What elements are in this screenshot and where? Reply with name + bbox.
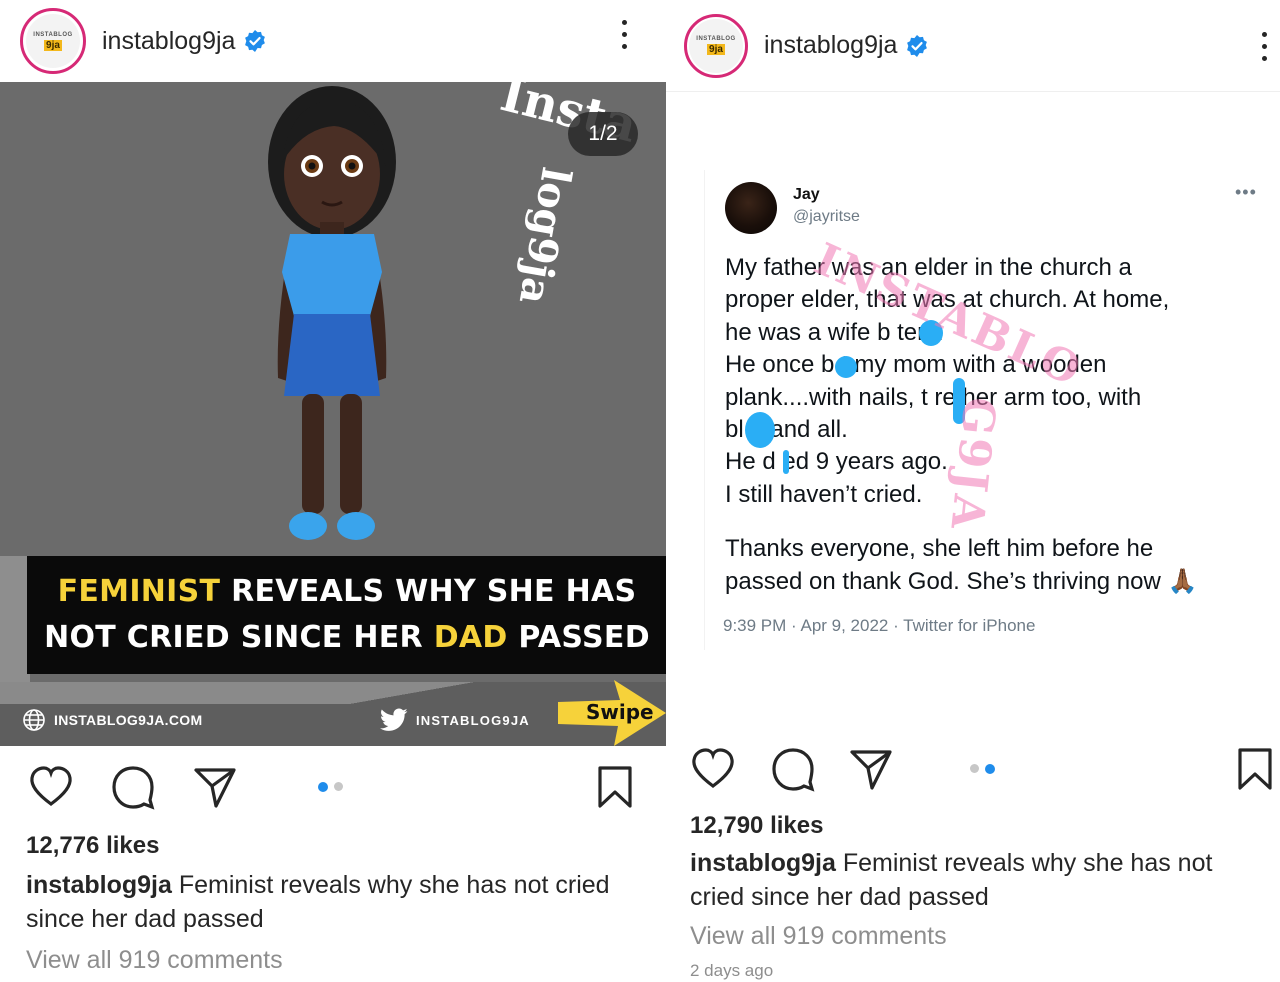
avatar[interactable]: INSTABLOG 9ja bbox=[20, 8, 86, 74]
verified-icon bbox=[245, 30, 266, 52]
censor-blot bbox=[745, 412, 775, 448]
headline-text: PASSED bbox=[507, 620, 650, 655]
tweet-line: plank....with nails, t re her arm too, w… bbox=[725, 383, 1142, 411]
twitter-icon bbox=[380, 708, 408, 731]
avatar-logo: 9ja bbox=[707, 44, 725, 55]
caption: instablog9ja Feminist reveals why she ha… bbox=[26, 868, 646, 936]
tweet-line: My father was an elder in the church a bbox=[725, 254, 1132, 281]
caption: instablog9ja Feminist reveals why she ha… bbox=[690, 846, 1270, 914]
username[interactable]: instablog9ja bbox=[764, 31, 897, 60]
woman-emoji-figure bbox=[268, 86, 396, 540]
view-comments-link[interactable]: View all 919 comments bbox=[690, 922, 947, 951]
tweet-line: he was a wife b ter... bbox=[725, 318, 944, 346]
more-icon[interactable] bbox=[614, 16, 634, 52]
bookmark-icon[interactable] bbox=[592, 764, 638, 810]
headline-highlight: DAD bbox=[433, 620, 508, 655]
caption-username[interactable]: instablog9ja bbox=[690, 849, 836, 877]
headline-banner: FEMINIST REVEALS WHY SHE HAS NOT CRIED S… bbox=[27, 556, 666, 674]
censor-blot bbox=[783, 450, 789, 474]
action-bar bbox=[666, 746, 1280, 794]
carousel-indicator bbox=[970, 764, 995, 774]
censor-blot bbox=[919, 320, 943, 346]
swipe-label: Swipe bbox=[586, 700, 654, 724]
caption-username[interactable]: instablog9ja bbox=[26, 871, 172, 899]
tweet-avatar bbox=[725, 182, 777, 234]
tweet-line: He once b t my mom with a wooden bbox=[725, 351, 1107, 379]
headline-text: NOT CRIED SINCE HER bbox=[44, 620, 434, 655]
comment-icon[interactable] bbox=[770, 746, 816, 792]
more-icon[interactable] bbox=[1254, 28, 1274, 64]
share-icon[interactable] bbox=[848, 746, 894, 792]
watermark-text: log9ja bbox=[509, 163, 580, 308]
likes-count[interactable]: 12,776 likes bbox=[26, 832, 159, 860]
censor-blot bbox=[835, 356, 857, 378]
twitter-link: INSTABLOG9JA bbox=[380, 708, 530, 732]
tweet-author-handle: @jayritse bbox=[793, 208, 860, 225]
tweet-meta: 9:39 PM · Apr 9, 2022 · Twitter for iPho… bbox=[723, 616, 1036, 635]
avatar-text-top: INSTABLOG bbox=[33, 31, 73, 38]
headline-highlight: FEMINIST bbox=[57, 574, 221, 609]
likes-count[interactable]: 12,790 likes bbox=[690, 812, 823, 840]
heart-icon[interactable] bbox=[690, 746, 736, 792]
headline-text: REVEALS WHY SHE HAS bbox=[220, 574, 637, 609]
post-right: INSTABLOG 9ja instablog9ja Jay @jayritse… bbox=[666, 0, 1280, 982]
carousel-indicator bbox=[318, 782, 343, 792]
slide-counter: 1/2 bbox=[568, 112, 638, 156]
username[interactable]: instablog9ja bbox=[102, 27, 235, 56]
verified-icon bbox=[907, 34, 928, 57]
tweet-screenshot[interactable]: Jay @jayritse ••• My father was an elder… bbox=[704, 170, 1264, 650]
tweet-body: My father was an elder in the church a p… bbox=[725, 252, 1255, 598]
tweet-more-icon: ••• bbox=[1235, 182, 1257, 202]
avatar[interactable]: INSTABLOG 9ja bbox=[684, 13, 748, 78]
post-left: INSTABLOG 9ja instablog9ja Insta log9ja … bbox=[0, 0, 666, 982]
post-image[interactable]: Insta log9ja 1/2 FEMINIST REVEALS WHY SH… bbox=[0, 82, 666, 746]
view-comments-link[interactable]: View all 919 comments bbox=[26, 946, 283, 975]
tweet-line: bl d and all. bbox=[725, 416, 848, 444]
post-time-ago: 2 days ago bbox=[690, 961, 774, 980]
tweet-line: He d ed 9 years ago. bbox=[725, 448, 948, 476]
post-header: INSTABLOG 9ja instablog9ja bbox=[666, 0, 1280, 92]
heart-icon[interactable] bbox=[28, 764, 74, 810]
avatar-logo: 9ja bbox=[44, 39, 62, 51]
site-link: INSTABLOG9JA.COM bbox=[22, 708, 202, 732]
tweet-line: proper elder, that was at church. At hom… bbox=[725, 286, 1170, 314]
share-icon[interactable] bbox=[192, 764, 238, 810]
bookmark-icon[interactable] bbox=[1232, 746, 1278, 792]
tweet-author-name: Jay bbox=[793, 186, 820, 203]
post-header: INSTABLOG 9ja instablog9ja bbox=[0, 0, 666, 82]
tweet-line: passed on thank God. She’s thriving now … bbox=[725, 567, 1198, 595]
action-bar bbox=[0, 764, 666, 812]
censor-blot bbox=[953, 378, 965, 424]
globe-icon bbox=[23, 709, 45, 731]
comment-icon[interactable] bbox=[110, 764, 156, 810]
tweet-line: Thanks everyone, she left him before he bbox=[725, 535, 1154, 563]
avatar-text-top: INSTABLOG bbox=[696, 36, 736, 42]
tweet-line: I still haven’t cried. bbox=[725, 480, 923, 508]
